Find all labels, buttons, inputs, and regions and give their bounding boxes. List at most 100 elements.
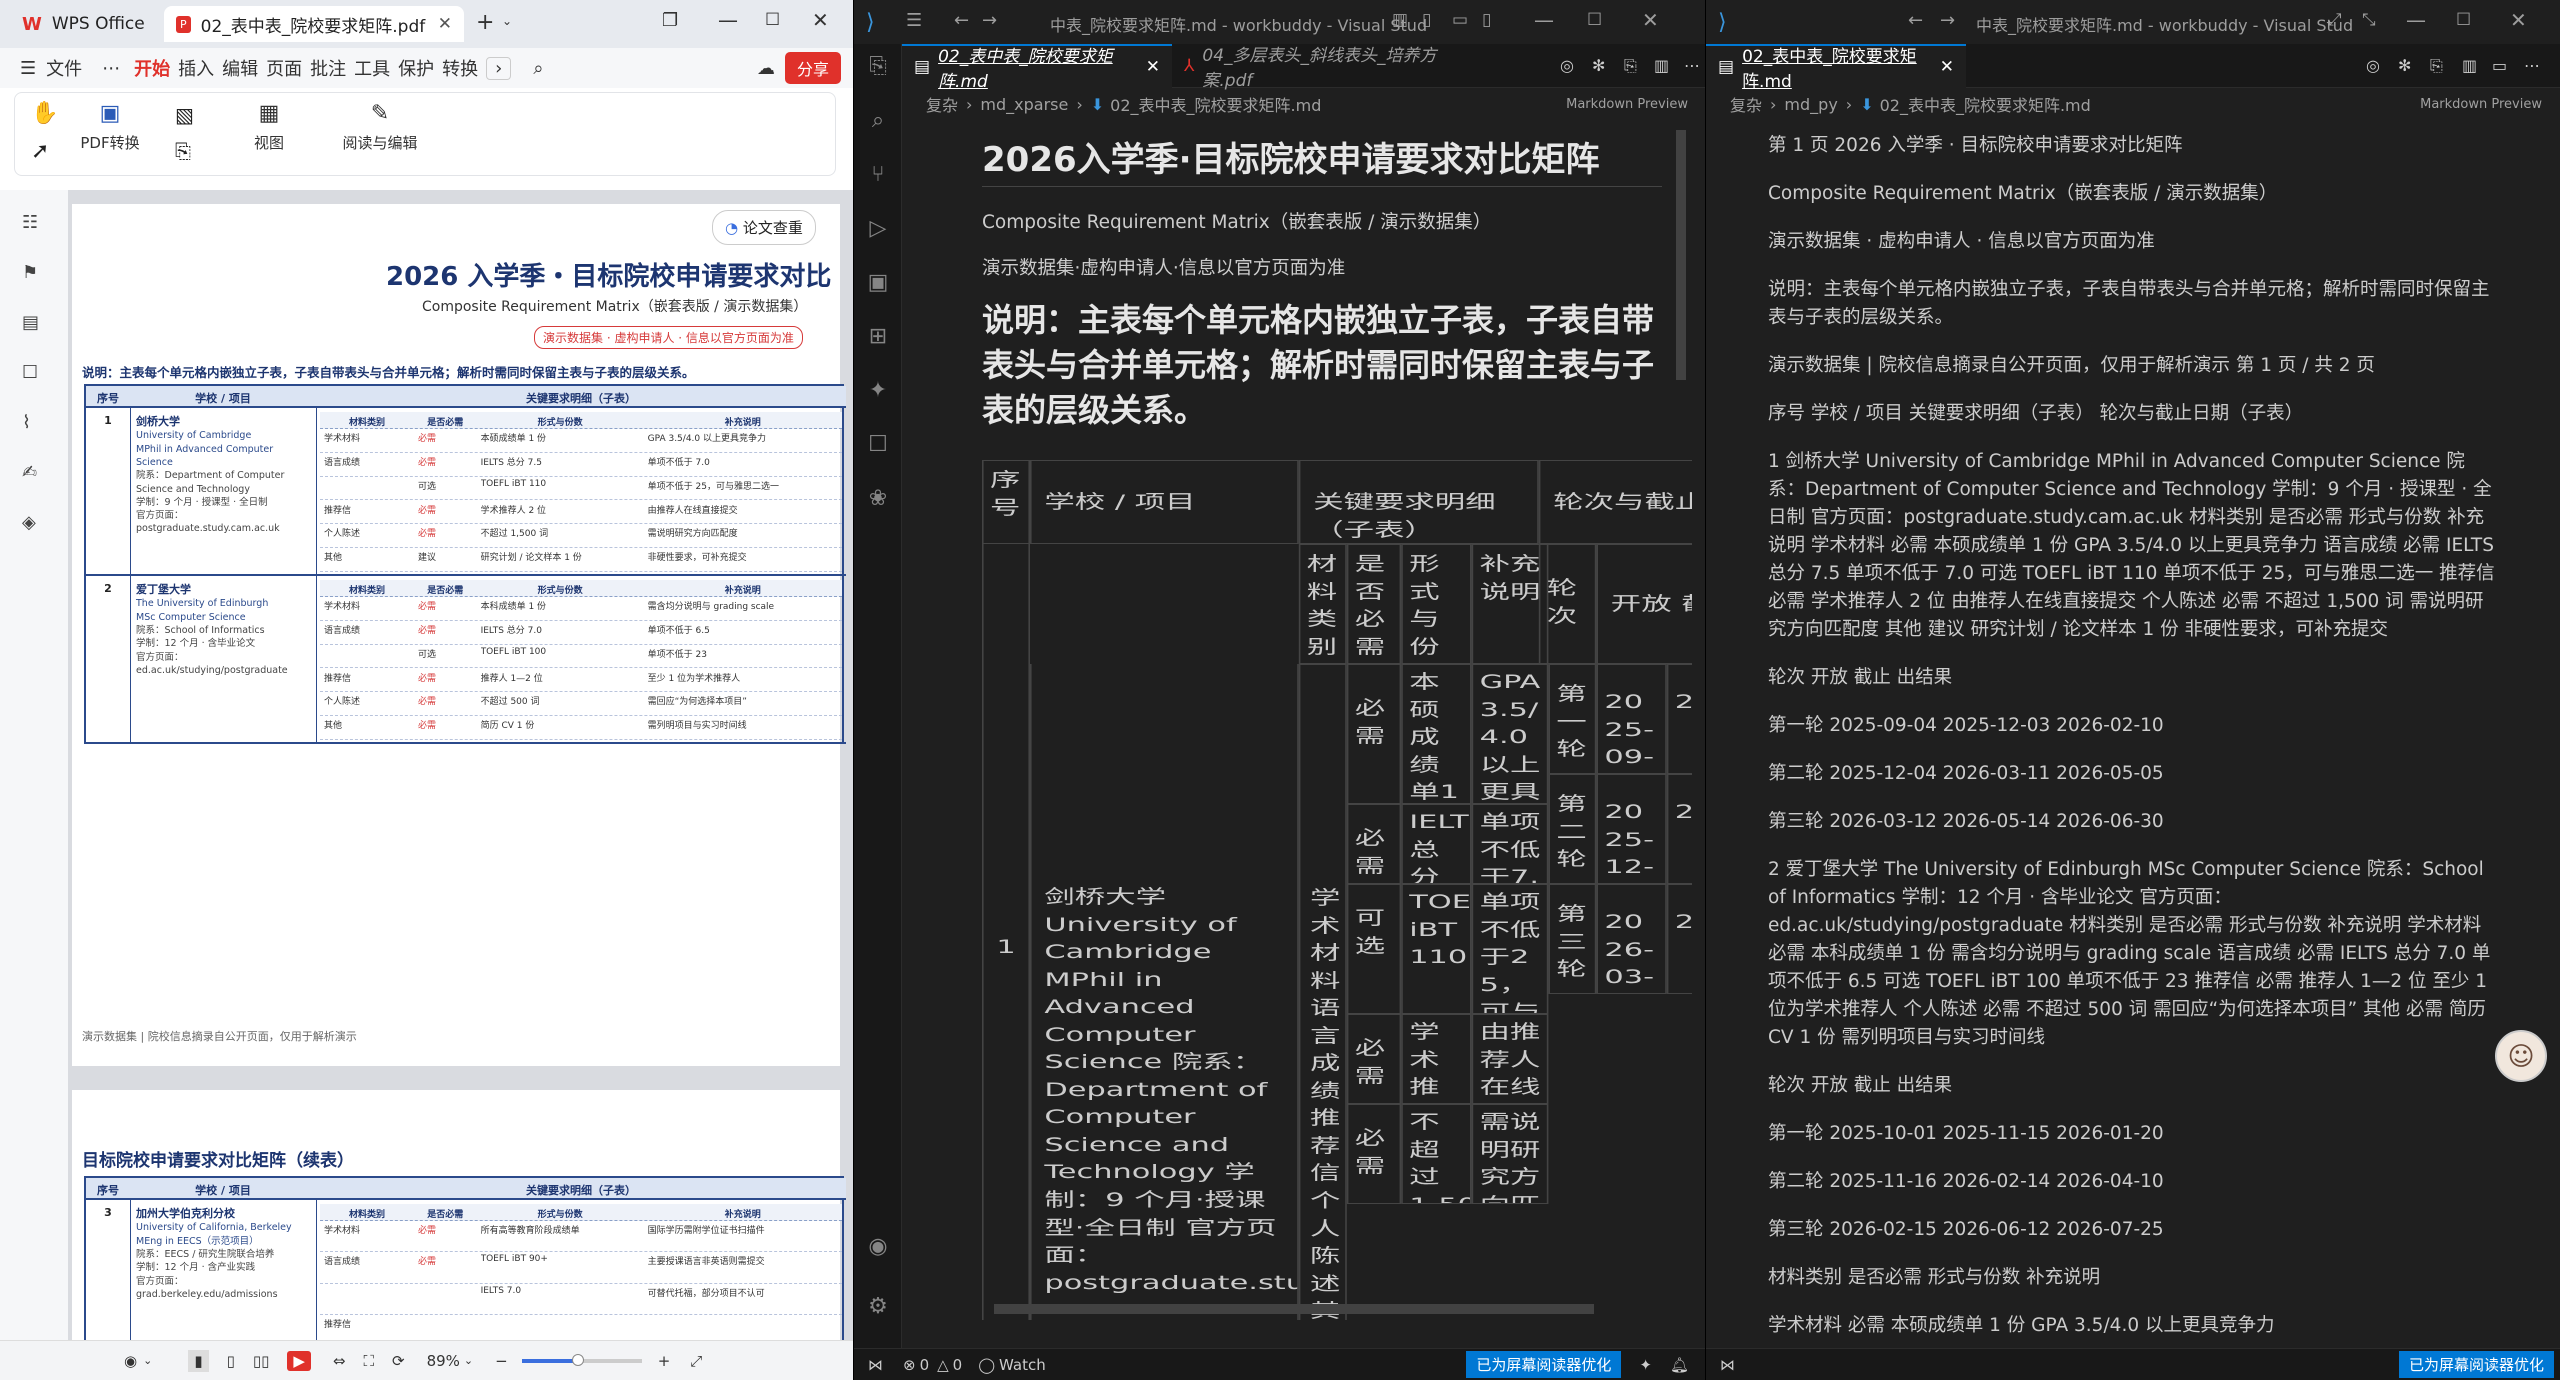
chat-icon[interactable]: ☐ <box>866 432 890 457</box>
explorer-icon[interactable]: ⎘ <box>866 54 890 79</box>
restore-tabs-icon[interactable]: ❐ <box>662 10 678 31</box>
copilot-icon[interactable]: ◎ <box>2366 56 2380 75</box>
close-icon[interactable]: ✕ <box>438 14 452 34</box>
run-debug-icon[interactable]: ▷ <box>866 216 890 241</box>
assistant-avatar-icon[interactable]: ☺ <box>2495 1030 2547 1082</box>
bell-icon[interactable]: 🔔︎ <box>1670 1356 1689 1374</box>
zoom-level[interactable]: 89% <box>427 1352 460 1370</box>
menu-protect[interactable]: 保护 <box>394 55 438 81</box>
single-page-icon[interactable]: ▮ <box>188 1349 209 1372</box>
play-icon[interactable]: ▶ <box>287 1350 311 1371</box>
window-close-icon[interactable]: ✕ <box>2510 8 2527 32</box>
attachment-icon[interactable]: ⌇ <box>22 412 44 434</box>
breadcrumb-item[interactable]: 复杂 <box>926 92 958 116</box>
menu-comment[interactable]: 批注 <box>306 55 350 81</box>
window-close-icon[interactable]: ✕ <box>812 8 829 32</box>
menu-edit[interactable]: 编辑 <box>218 55 262 81</box>
two-page-icon[interactable]: ▯▯ <box>253 1352 270 1370</box>
watch-icon[interactable]: ◯ <box>978 1356 995 1374</box>
menu-convert[interactable]: 转换 <box>438 55 482 81</box>
fullscreen-icon[interactable]: ⤢ <box>2328 10 2342 30</box>
open-source-icon[interactable]: ⎘ <box>1624 56 1637 76</box>
cloud-icon[interactable]: ☁ <box>747 58 785 79</box>
search-icon[interactable]: ⌕ <box>866 108 890 133</box>
outline-icon[interactable]: ☷ <box>22 212 44 234</box>
paper-check-button[interactable]: ◔ 论文查重 <box>712 210 816 245</box>
breadcrumb-item[interactable]: md_py <box>1784 95 1837 114</box>
split-editor-icon[interactable]: ▥ <box>1654 56 1669 75</box>
split-editor-icon[interactable]: ▥ <box>2462 56 2477 75</box>
chevron-down-icon[interactable]: ⌄ <box>502 14 512 28</box>
warning-icon[interactable]: △ <box>937 1356 949 1374</box>
sidebar-toggle-icon[interactable]: ▯ <box>1422 10 1431 30</box>
share-button[interactable]: 分享 <box>784 52 841 84</box>
secondary-sidebar-icon[interactable]: ▯ <box>1482 10 1491 30</box>
openai-icon[interactable]: ✻ <box>1592 56 1605 75</box>
close-icon[interactable]: ✕ <box>1146 57 1160 77</box>
close-icon[interactable]: ✕ <box>1940 57 1954 77</box>
account-icon[interactable]: ◉ <box>866 1234 890 1259</box>
warning-count[interactable]: 0 <box>953 1356 963 1374</box>
remote-icon[interactable]: ⋈ <box>1720 1356 1735 1374</box>
minimize-icon[interactable]: — <box>1534 8 1554 32</box>
rotate-icon[interactable]: ⟳ <box>392 1352 405 1370</box>
layout-icon[interactable]: ▥ <box>1392 10 1408 30</box>
minimize-icon[interactable]: — <box>718 8 738 32</box>
panda-icon[interactable]: ❀ <box>866 486 890 511</box>
fit-width-icon[interactable]: ⇔ <box>333 1352 346 1370</box>
more-icon[interactable]: ⋯ <box>92 58 130 79</box>
menu-tools[interactable]: 工具 <box>350 55 394 81</box>
wps-doc-tab[interactable]: P 02_表中表_院校要求矩阵.pdf ✕ <box>164 6 464 42</box>
layout-icon[interactable]: ▭ <box>2492 56 2507 75</box>
watch-label[interactable]: Watch <box>999 1356 1046 1374</box>
search-icon[interactable]: ⌕ <box>511 58 553 79</box>
breadcrumb-item[interactable]: 02_表中表_院校要求矩阵.md <box>1110 92 1321 116</box>
compact-icon[interactable]: ⤡ <box>2362 10 2376 30</box>
chevron-down-icon[interactable]: ⌄ <box>464 1354 473 1367</box>
zoom-out-icon[interactable]: − <box>495 1352 508 1370</box>
panel-toggle-icon[interactable]: ▭ <box>1452 10 1468 30</box>
menu-insert[interactable]: 插入 <box>174 55 218 81</box>
comment-icon[interactable]: ☐ <box>22 362 44 384</box>
minimize-icon[interactable]: — <box>2406 8 2426 32</box>
forward-icon[interactable]: → <box>1940 10 1955 31</box>
menu-home[interactable]: 开始 <box>130 55 174 81</box>
vs2-tab-md[interactable]: ▤ 02_表中表_院校要求矩阵.md ✕ <box>1706 44 1966 92</box>
source-control-icon[interactable]: ⑂ <box>866 162 890 187</box>
openai-icon[interactable]: ✻ <box>2398 56 2411 75</box>
forward-icon[interactable]: → <box>982 10 997 31</box>
copilot-icon[interactable]: ✦ <box>1639 1356 1652 1374</box>
settings-gear-icon[interactable]: ⚙ <box>866 1294 890 1319</box>
wps-home-tab[interactable]: W WPS Office <box>10 6 160 42</box>
vs1-scrollbar[interactable] <box>1676 130 1686 380</box>
image-tool-icon[interactable]: ▧ <box>175 103 194 127</box>
continuous-icon[interactable]: ▯ <box>227 1352 235 1370</box>
menu-page[interactable]: 页面 <box>262 55 306 81</box>
back-icon[interactable]: ← <box>954 10 969 31</box>
copilot-icon[interactable]: ◎ <box>1560 56 1574 75</box>
remote-explorer-icon[interactable]: ▣ <box>866 270 890 295</box>
chevron-right-icon[interactable]: › <box>486 56 512 80</box>
copy-tool-icon[interactable]: ⎘ <box>175 139 191 163</box>
error-count[interactable]: 0 <box>920 1356 930 1374</box>
breadcrumb-item[interactable]: 02_表中表_院校要求矩阵.md <box>1880 92 2091 116</box>
fit-page-icon[interactable]: ⛶ <box>363 1352 374 1370</box>
vs1-tab-md[interactable]: ▤ 02_表中表_院校要求矩阵.md ✕ <box>902 44 1172 92</box>
open-source-icon[interactable]: ⎘ <box>2430 56 2443 76</box>
screen-reader-badge[interactable]: 已为屏幕阅读器优化 <box>2398 1351 2554 1378</box>
maximize-icon[interactable]: ☐ <box>2456 10 2471 30</box>
vs1-h-scrollbar[interactable] <box>994 1304 1594 1314</box>
python-icon[interactable]: ✦ <box>866 378 890 403</box>
hamburger-icon[interactable]: ☰ <box>0 58 46 79</box>
read-edit-button[interactable]: ✎ 阅读与编辑 <box>315 101 445 153</box>
extensions-icon[interactable]: ⊞ <box>866 324 890 349</box>
breadcrumb-item[interactable]: 复杂 <box>1730 92 1762 116</box>
view-button[interactable]: ▦ 视图 <box>229 101 309 153</box>
menu-icon[interactable]: ☰ <box>906 10 922 31</box>
zoom-in-icon[interactable]: + <box>658 1352 671 1370</box>
more-actions-icon[interactable]: ⋯ <box>1684 56 1700 75</box>
chevron-down-icon[interactable]: ⌄ <box>143 1354 152 1367</box>
new-tab-icon[interactable]: + <box>476 10 494 35</box>
eye-icon[interactable]: ◉ <box>124 1352 137 1370</box>
error-icon[interactable]: ⊗ <box>903 1356 916 1374</box>
